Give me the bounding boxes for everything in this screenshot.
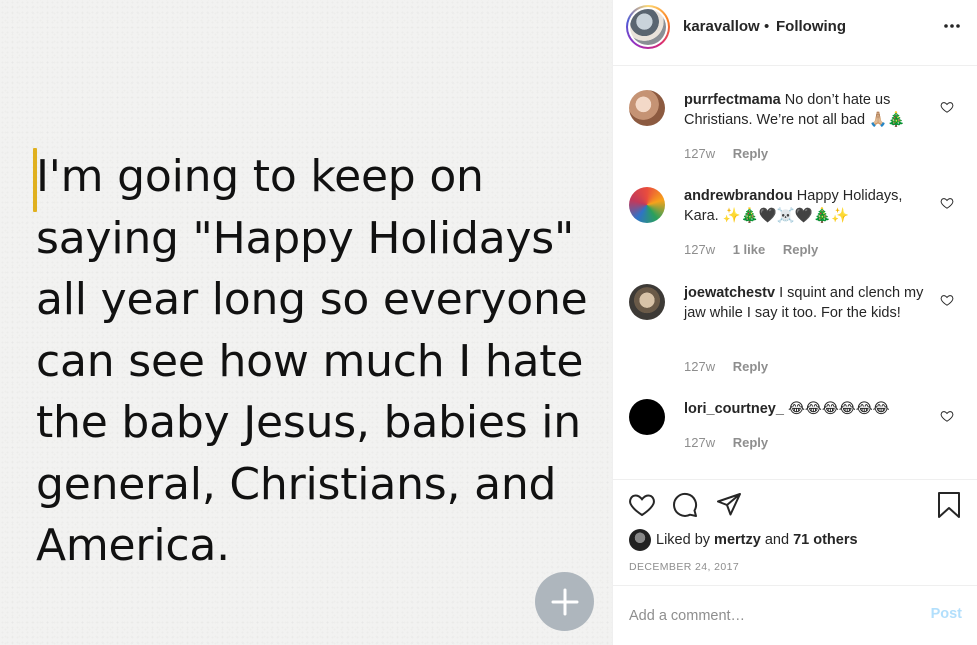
post-text-line: all year long so everyone: [36, 274, 588, 325]
post-text-line: the baby Jesus, babies in: [36, 397, 581, 448]
commenter-username[interactable]: joewatchestv: [684, 285, 775, 301]
author-avatar[interactable]: [626, 5, 670, 49]
commenter-username[interactable]: purrfectmama: [684, 92, 781, 108]
post-comment-button[interactable]: Post: [931, 606, 962, 622]
comment-text: lori_courtney_ 😂😂😂😂😂😂: [684, 400, 929, 420]
comment-age: 127w: [684, 146, 716, 161]
like-comment-heart-icon[interactable]: [940, 196, 954, 210]
post-text-line: America.: [36, 520, 230, 571]
commenter-avatar[interactable]: [629, 284, 665, 320]
comment-input[interactable]: [629, 604, 909, 628]
commenter-username[interactable]: andrewbrandou: [684, 188, 793, 204]
post-image-text: I'm going to keep on saying "Happy Holid…: [36, 146, 596, 577]
heart-icon[interactable]: [628, 491, 656, 519]
likes-summary: Liked by mertzy and 71 others: [629, 529, 858, 551]
post-actions: Liked by mertzy and 71 others DECEMBER 2…: [613, 479, 977, 585]
liked-by-and: and: [764, 532, 790, 548]
add-note-button: [535, 572, 594, 631]
reply-button[interactable]: Reply: [783, 242, 818, 257]
like-comment-heart-icon[interactable]: [940, 409, 954, 423]
post-text-line: saying "Happy Holidays": [36, 212, 575, 264]
post-text-line: I'm going to keep on: [36, 151, 484, 202]
post-date[interactable]: DECEMBER 24, 2017: [629, 561, 739, 573]
others-likes-link[interactable]: 71 others: [793, 532, 857, 548]
post-text-line: general, Christians, and: [36, 458, 557, 510]
comment-like-count[interactable]: 1 like: [733, 242, 766, 257]
post-header: karavallow • Following: [613, 0, 977, 66]
post-side-panel: karavallow • Following purrfectmama No d…: [612, 0, 977, 645]
commenter-username[interactable]: lori_courtney_: [684, 401, 784, 417]
comment-age: 127w: [684, 435, 716, 450]
comment-age: 127w: [684, 242, 716, 257]
reply-button[interactable]: Reply: [733, 435, 768, 450]
header-separator: •: [764, 18, 770, 35]
liker-avatar[interactable]: [629, 529, 651, 551]
following-button[interactable]: Following: [776, 18, 846, 35]
comment-content: 😂😂😂😂😂😂: [787, 401, 890, 417]
commenter-avatar[interactable]: [629, 399, 665, 435]
comment-text: joewatchestv I squint and clench my jaw …: [684, 284, 929, 323]
comment-meta: 127w Reply: [684, 435, 782, 450]
comment-icon[interactable]: [671, 491, 699, 519]
add-comment-bar: Post: [613, 585, 977, 645]
comment-meta: 127w Reply: [684, 146, 782, 161]
more-icon: [944, 24, 960, 28]
share-icon[interactable]: [715, 491, 743, 519]
reply-button[interactable]: Reply: [733, 359, 768, 374]
commenter-avatar[interactable]: [629, 187, 665, 223]
comment-age: 127w: [684, 359, 716, 374]
like-comment-heart-icon[interactable]: [940, 100, 954, 114]
comment-text: andrewbrandou Happy Holidays, Kara. ✨🎄🖤☠…: [684, 187, 929, 226]
reply-button[interactable]: Reply: [733, 146, 768, 161]
like-comment-heart-icon[interactable]: [940, 293, 954, 307]
more-options-button[interactable]: [940, 14, 964, 38]
comment-meta: 127w 1 like Reply: [684, 242, 832, 257]
commenter-avatar[interactable]: [629, 90, 665, 126]
comments-list[interactable]: purrfectmama No don’t hate us Christians…: [613, 67, 977, 479]
comment-meta: 127w Reply: [684, 359, 782, 374]
plus-icon: [551, 588, 578, 615]
post-image[interactable]: I'm going to keep on saying "Happy Holid…: [0, 0, 612, 645]
author-username[interactable]: karavallow: [683, 18, 760, 35]
bookmark-icon[interactable]: [935, 491, 963, 519]
comment-text: purrfectmama No don’t hate us Christians…: [684, 91, 929, 130]
post-text-line: can see how much I hate: [36, 335, 584, 387]
liked-by-prefix: Liked by: [656, 532, 711, 548]
liker-username[interactable]: mertzy: [714, 532, 761, 548]
